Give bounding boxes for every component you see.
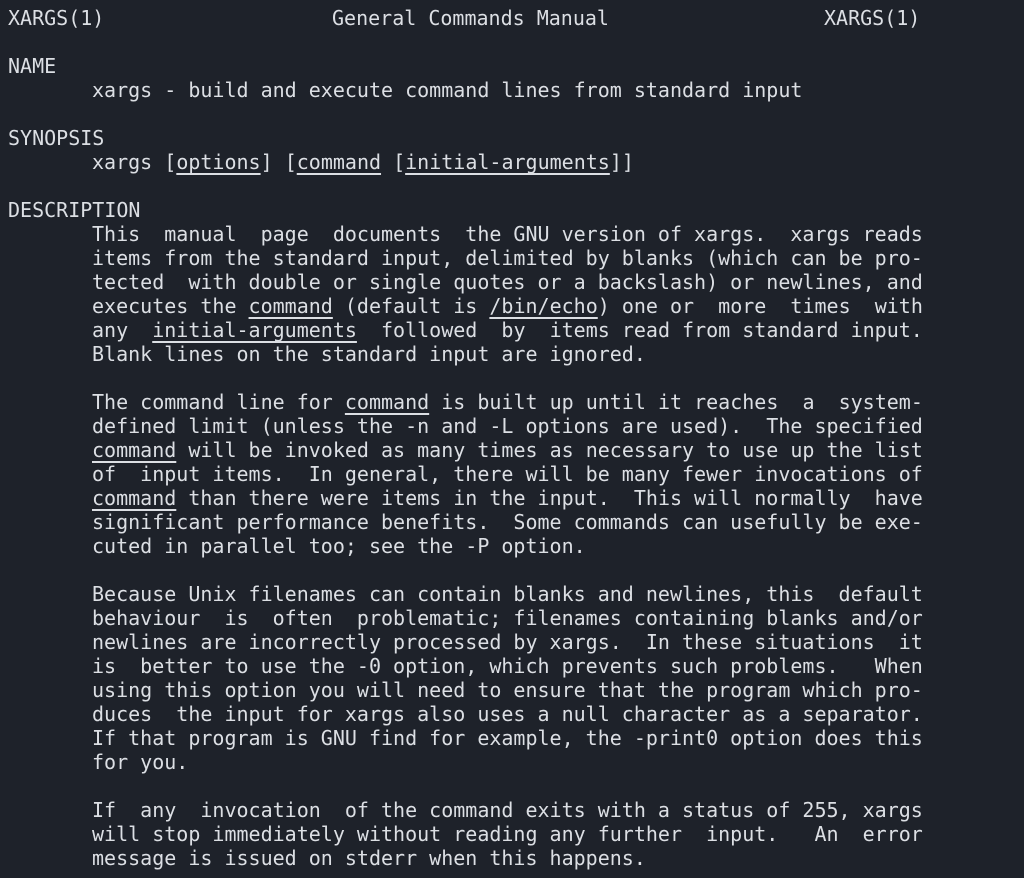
description-text-line: cuted in parallel too; see the -P option…: [92, 534, 586, 558]
description-text-line: command than there were items in the inp…: [92, 486, 923, 510]
description-text-line: significant performance benefits. Some c…: [92, 510, 923, 534]
description-text-line: behaviour is often problematic; filename…: [92, 606, 923, 630]
term-initial-arguments: initial-arguments: [152, 318, 357, 342]
synopsis-bracket: [: [381, 150, 406, 174]
man-header-center: General Commands Manual: [332, 6, 609, 30]
term-command: command: [92, 438, 177, 462]
description-text-line: executes the command (default is /bin/ec…: [92, 294, 923, 318]
description-text-line: duces the input for xargs also uses a nu…: [92, 702, 923, 726]
text-segment: followed by items read from standard inp…: [356, 318, 923, 342]
text-segment: than there were items in the input. This…: [176, 486, 923, 510]
text-segment: is built up until it reaches a system-: [429, 390, 923, 414]
text-segment: The command line for: [92, 390, 345, 414]
man-header-right: XARGS(1): [824, 6, 921, 30]
text-segment: executes the: [92, 294, 249, 318]
synopsis-initial-arguments: initial-arguments: [405, 150, 610, 174]
synopsis-cmd: xargs: [92, 150, 153, 174]
description-text-line: command will be invoked as many times as…: [92, 438, 923, 462]
synopsis-line: xargs [options] [command [initial-argume…: [92, 150, 634, 174]
description-text-line: Because Unix filenames can contain blank…: [92, 582, 923, 606]
synopsis-command: command: [296, 150, 382, 174]
description-text-line: The command line for command is built up…: [92, 390, 923, 414]
description-text-line: This manual page documents the GNU versi…: [92, 222, 923, 246]
description-text-line: message is issued on stderr when this ha…: [92, 846, 646, 870]
synopsis-bracket: [: [152, 150, 177, 174]
description-text-line: will stop immediately without reading an…: [92, 822, 923, 846]
term-command: command: [92, 486, 177, 510]
man-header-left: XARGS(1): [8, 6, 105, 30]
description-text-line: for you.: [92, 750, 189, 774]
text-segment: any: [92, 318, 153, 342]
section-heading-synopsis: SYNOPSIS: [8, 126, 105, 150]
synopsis-bracket: ] [: [260, 150, 297, 174]
terminal-window[interactable]: XARGS(1) General Commands Manual XARGS(1…: [0, 0, 1024, 878]
section-heading-name: NAME: [8, 54, 57, 78]
description-text-line: defined limit (unless the -n and -L opti…: [92, 414, 923, 438]
synopsis-bracket: ]]: [609, 150, 634, 174]
text-segment: (default is: [332, 294, 490, 318]
description-text-line: If that program is GNU find for example,…: [92, 726, 923, 750]
term-command: command: [248, 294, 333, 318]
section-heading-description: DESCRIPTION: [8, 198, 141, 222]
description-text-line: using this option you will need to ensur…: [92, 678, 923, 702]
text-segment: ) one or more times with: [597, 294, 923, 318]
description-text-line: Blank lines on the standard input are ig…: [92, 342, 646, 366]
description-text-line: newlines are incorrectly processed by xa…: [92, 630, 923, 654]
description-text-line: of input items. In general, there will b…: [92, 462, 923, 486]
description-text-line: any initial-arguments followed by items …: [92, 318, 923, 342]
term-bin-echo: /bin/echo: [489, 294, 598, 318]
description-text-line: tected with double or single quotes or a…: [92, 270, 923, 294]
description-text-line: is better to use the -0 option, which pr…: [92, 654, 923, 678]
name-description: xargs - build and execute command lines …: [92, 78, 803, 102]
synopsis-options: options: [176, 150, 261, 174]
description-text-line: items from the standard input, delimited…: [92, 246, 923, 270]
text-segment: will be invoked as many times as necessa…: [176, 438, 923, 462]
term-command: command: [344, 390, 430, 414]
description-text-line: If any invocation of the command exits w…: [92, 798, 923, 822]
